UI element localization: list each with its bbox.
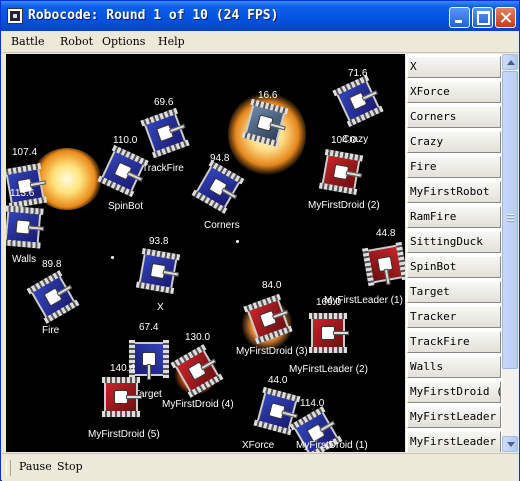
bullet: [236, 240, 239, 243]
robot-list-button[interactable]: TrackFire: [407, 331, 501, 353]
battle-arena: 69.6TrackFire110.0SpinBot107.4Tracker113…: [6, 54, 405, 452]
menu-robot[interactable]: Robot: [60, 35, 93, 48]
robot-name: MyFirstDroid (3): [236, 346, 308, 357]
robot-energy: 44.8: [376, 228, 396, 239]
robot-list-button[interactable]: Crazy: [407, 131, 501, 153]
robot-list-button[interactable]: RamFire: [407, 206, 501, 228]
minimize-button[interactable]: [449, 7, 470, 28]
robot-list-scrollbar[interactable]: [502, 54, 518, 452]
robot-list-button[interactable]: X: [407, 56, 501, 78]
robot-tank-fire: [26, 270, 80, 324]
maximize-button[interactable]: [472, 7, 493, 28]
robot-tank-trackfire: [140, 107, 190, 159]
robot-energy: 104.0: [331, 135, 357, 146]
robot-energy: 113.6: [10, 188, 35, 199]
stop-button[interactable]: Stop: [57, 460, 83, 473]
robot-energy: 44.0: [268, 375, 288, 386]
robot-name: MyFirstDroid (5): [88, 429, 160, 440]
robot-energy: 84.0: [262, 280, 282, 291]
robot-energy: 71.6: [348, 68, 368, 79]
scroll-thumb[interactable]: [502, 71, 518, 369]
robot-list-button[interactable]: SittingDuck: [407, 231, 501, 253]
robot-energy: 140.4: [110, 363, 136, 374]
robot-name: Fire: [42, 325, 60, 336]
robot-tank-corners: [191, 160, 245, 214]
robot-list-button[interactable]: MyFirstRobot: [407, 181, 501, 203]
robot-list-button[interactable]: XForce: [407, 81, 501, 103]
menu-help[interactable]: Help: [158, 35, 185, 48]
robot-tank-spinbot: [97, 144, 149, 198]
robot-list-button[interactable]: SpinBot: [407, 256, 501, 278]
close-button[interactable]: [495, 7, 516, 28]
robot-list-button[interactable]: Corners: [407, 106, 501, 128]
menu-battle[interactable]: Battle: [11, 35, 45, 48]
robot-name: MyFirstDroid (1): [296, 440, 368, 451]
robot-tank-myfirstdroid2: [318, 149, 364, 195]
robot-name: SpinBot: [108, 201, 144, 212]
robot-name: TrackFire: [142, 163, 184, 174]
robocode-window: Robocode: Round 1 of 10 (24 FPS) Battle …: [0, 0, 520, 481]
robot-energy: 107.4: [12, 147, 38, 158]
toolbar-grip: [6, 460, 11, 476]
robot-tank-myfirstleader2: [309, 313, 349, 353]
robot-tank-target: [129, 340, 169, 380]
robot-tank-crazy: [332, 74, 384, 128]
robot-list-button[interactable]: Walls: [407, 356, 501, 378]
robot-name: MyFirstDroid (2): [308, 200, 380, 211]
robot-tank-myfirstdroid5: [102, 377, 142, 417]
window-title: Robocode: Round 1 of 10 (24 FPS): [28, 8, 279, 23]
robot-energy: 93.8: [149, 236, 169, 247]
control-bar: Pause Stop: [2, 453, 519, 481]
robot-energy: 16.6: [258, 90, 278, 101]
grip-line: [507, 220, 514, 222]
robot-energy: 69.6: [154, 97, 174, 108]
robot-name: MyFirstDroid (4): [162, 399, 234, 410]
scroll-up-arrow-icon[interactable]: [502, 54, 518, 70]
grip-line: [507, 214, 514, 216]
robot-list-button[interactable]: Tracker: [407, 306, 501, 328]
robocode-app-icon: [7, 8, 23, 24]
robot-name: MyFirstLeader (2): [289, 364, 368, 375]
robot-energy: 169.0: [316, 297, 342, 308]
robot-energy: 130.0: [185, 332, 211, 343]
robot-name: Corners: [204, 220, 240, 231]
robot-energy: 94.8: [210, 153, 230, 164]
grip-line: [507, 217, 514, 219]
robot-list-button[interactable]: Target: [407, 281, 501, 303]
robot-tank-tracker: [6, 163, 48, 209]
robot-list-button[interactable]: MyFirstLeader (2): [407, 431, 501, 452]
robot-list-button[interactable]: MyFirstDroid (1): [407, 381, 501, 403]
robot-name: XForce: [242, 440, 275, 451]
bullet: [111, 256, 114, 259]
menu-options[interactable]: Options: [102, 35, 145, 48]
title-bar[interactable]: Robocode: Round 1 of 10 (24 FPS): [1, 1, 519, 31]
robot-list-button[interactable]: Fire: [407, 156, 501, 178]
robot-tank-x: [135, 248, 181, 294]
robot-name: Walls: [12, 254, 37, 265]
pause-button[interactable]: Pause: [19, 460, 52, 473]
robot-energy: 67.4: [139, 322, 159, 333]
robot-energy: 110.0: [113, 135, 138, 146]
scroll-down-arrow-icon[interactable]: [502, 436, 518, 452]
robot-tank-myfirstleader1: [362, 241, 405, 287]
robot-list-panel: X XForce Corners Crazy Fire MyFirstRobot RamFi…: [406, 54, 502, 452]
menu-bar: Battle Robot Options Help: [2, 32, 519, 53]
robot-energy: 89.8: [42, 259, 62, 270]
robot-name: X: [157, 302, 164, 313]
robot-energy: 114.0: [300, 398, 325, 409]
robot-tank-walls: [6, 205, 45, 249]
robot-list-button[interactable]: MyFirstLeader (1): [407, 406, 501, 428]
